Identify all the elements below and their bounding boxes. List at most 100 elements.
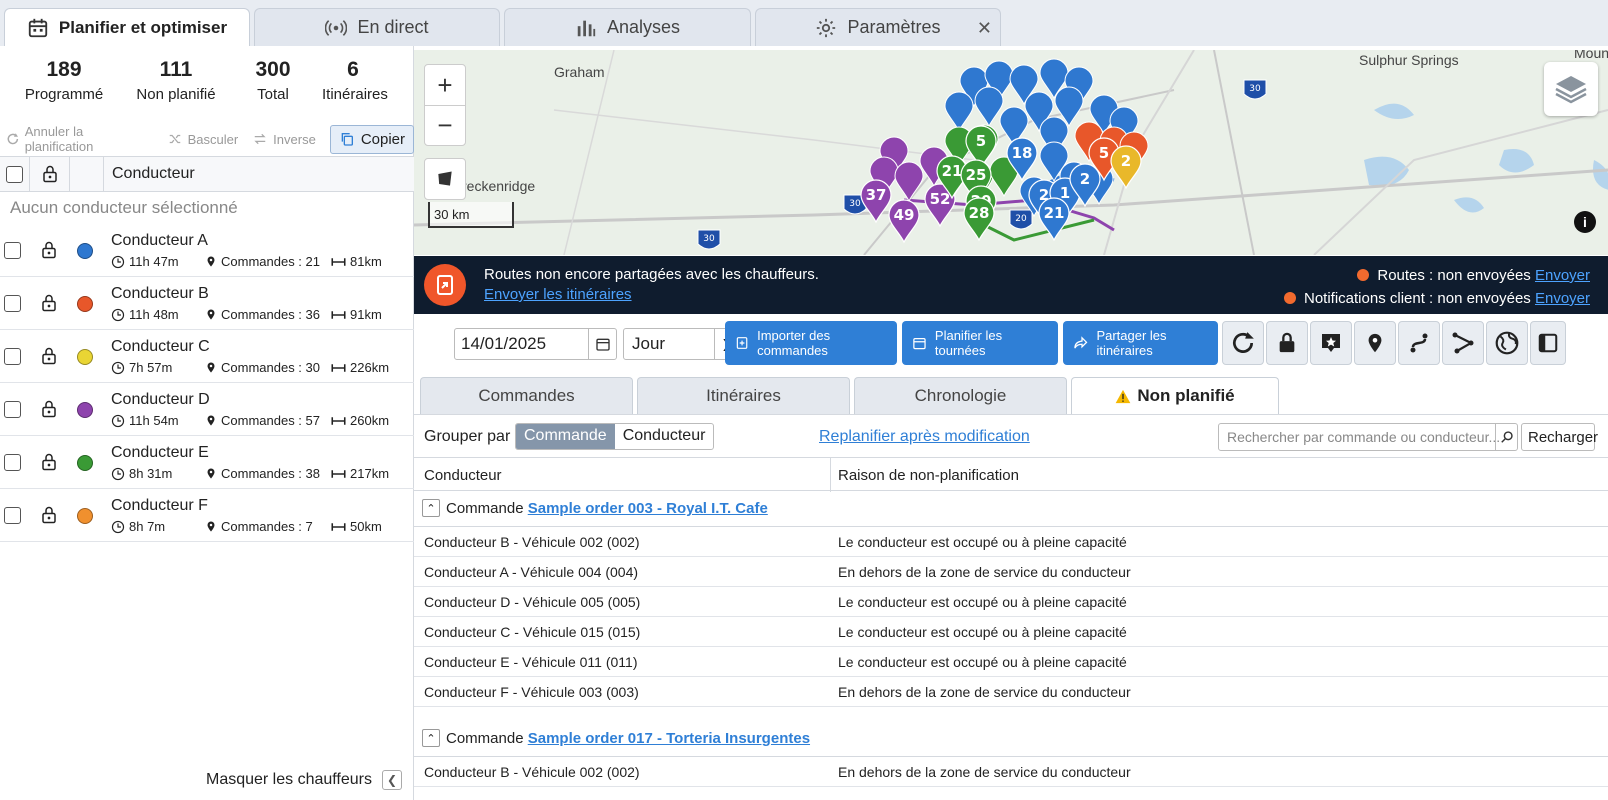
map-pin[interactable] — [974, 86, 1004, 128]
path-button[interactable] — [1442, 321, 1484, 365]
side-panel-button[interactable] — [1530, 321, 1566, 365]
map-layers-button[interactable] — [1544, 62, 1598, 116]
table-row[interactable]: Conducteur B - Véhicule 002 (002) Le cond… — [414, 527, 1608, 557]
unplan-button[interactable]: Annuler la planification — [6, 124, 153, 154]
row-driver: Conducteur D - Véhicule 005 (005) — [424, 594, 641, 610]
planning-toolbar: 14/01/2025 Jour ❯ Importer des commandes… — [414, 314, 1608, 372]
tab-analytics[interactable]: Analyses — [504, 8, 751, 46]
driver-row[interactable]: Conducteur D 11h 54m Commandes : 57 260km — [0, 383, 414, 436]
hide-drivers-toggle[interactable]: Masquer les chauffeurs ❮ — [0, 760, 414, 800]
tab-timeline[interactable]: Chronologie — [854, 377, 1067, 414]
close-icon[interactable]: ✕ — [977, 18, 992, 39]
reverse-button[interactable]: Inverse — [252, 132, 316, 147]
draw-area-button[interactable] — [424, 158, 466, 200]
collapse-icon[interactable]: ⌃ — [422, 729, 440, 747]
unlock-icon[interactable] — [40, 240, 58, 260]
order-prefix: Commande — [446, 730, 524, 747]
route-map[interactable]: 30 30 20 30 518374952212520282121252 Gra… — [414, 50, 1608, 255]
driver-time: 11h 54m — [111, 413, 205, 428]
unlock-icon[interactable] — [40, 399, 58, 419]
zoom-out-button[interactable]: − — [425, 105, 465, 145]
driver-checkbox[interactable] — [4, 348, 21, 365]
replan-link[interactable]: Replanifier après modification — [819, 428, 1030, 446]
group-by-order[interactable]: Commande — [516, 424, 615, 449]
tab-plan-optimize[interactable]: Planifier et optimiser — [4, 8, 250, 46]
table-row[interactable]: Conducteur B - Véhicule 002 (002) En deho… — [414, 757, 1608, 787]
driver-color-dot — [77, 508, 93, 524]
driver-row[interactable]: Conducteur F 8h 7m Commandes : 7 50km — [0, 489, 414, 542]
distance-icon — [331, 363, 346, 372]
copy-button[interactable]: Copier — [329, 124, 414, 154]
map-pin-number: 52 — [930, 190, 951, 208]
driver-color-dot — [77, 243, 93, 259]
tab-settings[interactable]: Paramètres ✕ — [755, 8, 1001, 46]
route-button[interactable] — [1398, 321, 1440, 365]
zoom-in-button[interactable]: + — [425, 65, 465, 105]
location-button[interactable] — [1354, 321, 1396, 365]
driver-row[interactable]: Conducteur B 11h 48m Commandes : 36 91km — [0, 277, 414, 330]
lock-button[interactable] — [1266, 321, 1308, 365]
route-icon — [1410, 333, 1428, 353]
tab-routes[interactable]: Itinéraires — [637, 377, 850, 414]
driver-checkbox[interactable] — [4, 242, 21, 259]
share-routes-button[interactable]: Partager les itinéraires — [1063, 321, 1218, 365]
send-notifications-button[interactable]: Envoyer — [1535, 290, 1590, 307]
unlock-icon[interactable] — [40, 505, 58, 525]
driver-checkbox[interactable] — [4, 401, 21, 418]
send-routes-link[interactable]: Envoyer les itinéraires — [484, 286, 632, 303]
search-icon[interactable] — [1495, 424, 1517, 450]
stat-scheduled: 189 Programmé — [0, 58, 128, 103]
driver-checkbox[interactable] — [4, 454, 21, 471]
tab-live[interactable]: En direct — [254, 8, 500, 46]
order-link[interactable]: Sample order 017 - Torteria Insurgentes — [528, 730, 810, 747]
driver-distance-value: 91km — [350, 307, 382, 322]
content-tabs: Commandes Itinéraires Chronologie Non pl… — [414, 372, 1608, 414]
lock-icon[interactable] — [41, 164, 59, 184]
table-row[interactable]: Conducteur E - Véhicule 011 (011) Le cond… — [414, 647, 1608, 677]
driver-checkbox[interactable] — [4, 507, 21, 524]
order-group-title: Commande Sample order 003 - Royal I.T. C… — [446, 500, 768, 517]
order-prefix: Commande — [446, 500, 524, 517]
stats-summary: 189 Programmé 111 Non planifié 300 Total… — [0, 58, 414, 103]
select-all-checkbox[interactable] — [6, 165, 23, 183]
table-row[interactable]: Conducteur C - Véhicule 015 (015) Le cond… — [414, 617, 1608, 647]
clock-icon — [111, 520, 125, 533]
map-pin[interactable] — [894, 161, 924, 203]
group-by-driver[interactable]: Conducteur — [615, 424, 714, 449]
refresh-button[interactable] — [1222, 321, 1264, 365]
map-pin[interactable] — [944, 91, 974, 133]
unlock-icon[interactable] — [40, 346, 58, 366]
collapse-icon[interactable]: ⌃ — [422, 499, 440, 517]
row-reason: Le conducteur est occupé ou à pleine cap… — [838, 624, 1127, 640]
globe-button[interactable] — [1486, 321, 1528, 365]
unlock-icon[interactable] — [40, 452, 58, 472]
driver-checkbox[interactable] — [4, 295, 21, 312]
table-row[interactable]: Conducteur F - Véhicule 003 (003) En deho… — [414, 677, 1608, 707]
swap-button[interactable]: Basculer — [167, 132, 238, 147]
table-row[interactable]: Conducteur D - Véhicule 005 (005) Le cond… — [414, 587, 1608, 617]
map-city-label: Sulphur Springs — [1359, 52, 1459, 68]
top-tab-bar: Planifier et optimiser En direct Analyse… — [0, 0, 1608, 46]
calendar-icon[interactable] — [588, 329, 616, 359]
search-placeholder: Rechercher par commande ou conducteur... — [1227, 429, 1501, 445]
status-dot — [1284, 292, 1296, 304]
order-link[interactable]: Sample order 003 - Royal I.T. Cafe — [528, 500, 768, 517]
import-orders-button[interactable]: Importer des commandes — [725, 321, 897, 365]
send-routes-button[interactable]: Envoyer — [1535, 267, 1590, 284]
driver-row[interactable]: Conducteur A 11h 47m Commandes : 21 81km — [0, 224, 414, 277]
period-value: Jour — [632, 334, 666, 353]
plan-routes-button[interactable]: Planifier les tournées — [902, 321, 1058, 365]
driver-row[interactable]: Conducteur E 8h 31m Commandes : 38 217km — [0, 436, 414, 489]
date-input[interactable]: 14/01/2025 — [454, 328, 617, 360]
table-row[interactable]: Conducteur A - Véhicule 004 (004) En deho… — [414, 557, 1608, 587]
chevron-left-icon[interactable]: ❮ — [382, 770, 402, 790]
info-icon[interactable]: i — [1574, 211, 1596, 233]
driver-row[interactable]: Conducteur C 7h 57m Commandes : 30 226km — [0, 330, 414, 383]
tab-unplanned[interactable]: Non planifié — [1071, 377, 1279, 414]
reload-button[interactable]: Recharger — [1521, 423, 1598, 451]
tab-orders[interactable]: Commandes — [420, 377, 633, 414]
favorite-marker-button[interactable] — [1310, 321, 1352, 365]
search-input[interactable]: Rechercher par commande ou conducteur... — [1218, 423, 1518, 451]
period-select[interactable]: Jour ❯ — [623, 328, 739, 360]
unlock-icon[interactable] — [40, 293, 58, 313]
